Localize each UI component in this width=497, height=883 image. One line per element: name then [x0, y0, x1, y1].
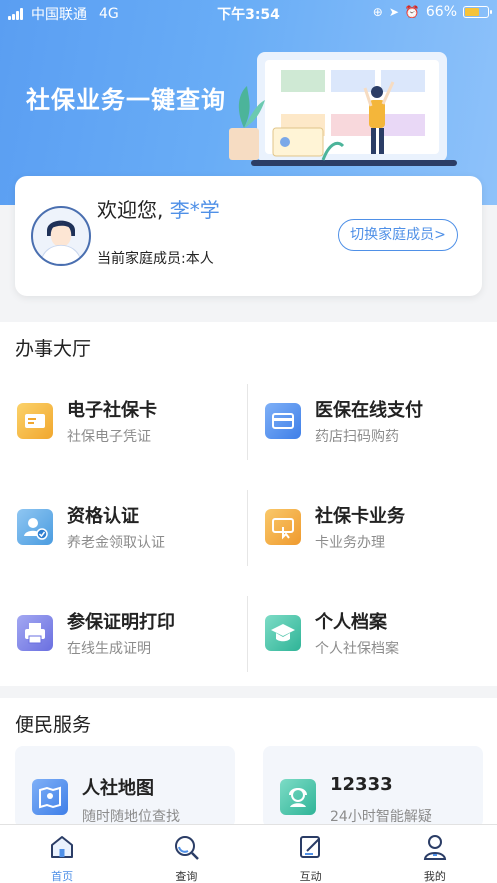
bottom-tab-bar: 首页 查询 互动 我的	[0, 824, 497, 883]
map-icon	[32, 779, 68, 815]
item-subtitle: 24小时智能解疑	[330, 809, 432, 825]
hero-title: 社保业务一键查询	[26, 86, 226, 114]
user-verify-icon	[17, 509, 53, 545]
tab-mine[interactable]: 我的	[373, 825, 497, 883]
tab-label: 首页	[51, 870, 74, 883]
item-title: 资格认证	[67, 506, 139, 527]
tab-label: 我的	[423, 870, 446, 883]
tab-interact[interactable]: 互动	[249, 825, 373, 883]
customer-service-icon	[280, 779, 316, 815]
section-title: 便民服务	[15, 714, 92, 736]
location-icon: ➤	[388, 5, 399, 19]
item-title: 参保证明打印	[67, 612, 175, 633]
item-subtitle: 个人社保档案	[315, 641, 399, 657]
lock-rotation-icon: ⊕	[372, 5, 383, 19]
profile-icon	[423, 835, 447, 860]
item-subtitle: 随时随地位查找	[82, 809, 180, 825]
tab-home[interactable]: 首页	[0, 825, 124, 883]
item-subtitle: 卡业务办理	[315, 535, 385, 551]
switch-family-member-button[interactable]: 切换家庭成员>	[338, 219, 458, 251]
hall-item-e-card[interactable]: 电子社保卡 社保电子凭证	[0, 382, 230, 462]
hall-item-qualification[interactable]: 资格认证 养老金领取认证	[0, 488, 230, 568]
edit-icon	[299, 836, 320, 858]
card-service-icon	[265, 509, 301, 545]
item-title: 人社地图	[82, 778, 154, 799]
item-subtitle: 社保电子凭证	[67, 429, 151, 445]
tab-query[interactable]: 查询	[124, 825, 248, 883]
section-title: 办事大厅	[15, 338, 92, 360]
user-card: 欢迎您, 李*学 当前家庭成员:本人 切换家庭成员>	[15, 176, 482, 296]
battery-percent: 66%	[425, 4, 457, 20]
status-right: ⊕ ➤ ⏰ 66%	[372, 4, 492, 20]
hall-item-certificate-print[interactable]: 参保证明打印 在线生成证明	[0, 594, 230, 674]
hero-banner: 中国联通 4G 下午3:54 ⊕ ➤ ⏰ 66% 社保业务一键查询	[0, 0, 497, 205]
graduation-cap-icon	[265, 615, 301, 651]
item-title: 12333	[330, 774, 393, 795]
item-title: 医保在线支付	[315, 400, 423, 421]
e-card-icon	[17, 403, 53, 439]
convenience-services-section: 便民服务 人社地图 随时随地位查找 12333 24小时智能解疑	[0, 698, 497, 828]
item-title: 电子社保卡	[67, 400, 157, 421]
item-title: 社保卡业务	[315, 506, 405, 527]
current-family-member: 当前家庭成员:本人	[97, 251, 214, 267]
service-item-map[interactable]: 人社地图 随时随地位查找	[15, 746, 235, 828]
home-icon	[51, 836, 74, 858]
hall-item-personal-archive[interactable]: 个人档案 个人社保档案	[248, 594, 478, 674]
avatar[interactable]	[31, 206, 91, 266]
service-hall-section: 办事大厅 电子社保卡 社保电子凭证 医保在线支付 药店扫码购药 资格认证 养老金…	[0, 322, 497, 686]
printer-icon	[17, 615, 53, 651]
payment-card-icon	[265, 403, 301, 439]
alarm-icon: ⏰	[404, 5, 420, 19]
tab-label: 查询	[175, 870, 198, 883]
item-subtitle: 在线生成证明	[67, 641, 151, 657]
hall-item-medical-payment[interactable]: 医保在线支付 药店扫码购药	[248, 382, 478, 462]
hero-illustration	[229, 52, 457, 166]
welcome-text: 欢迎您, 李*学	[97, 194, 220, 223]
user-avatar-icon	[39, 220, 83, 264]
battery-icon	[463, 6, 492, 18]
hall-item-card-service[interactable]: 社保卡业务 卡业务办理	[248, 488, 478, 568]
search-icon	[175, 836, 200, 860]
tab-label: 互动	[299, 870, 322, 883]
status-bar: 中国联通 4G 下午3:54 ⊕ ➤ ⏰ 66%	[0, 0, 497, 26]
service-item-12333[interactable]: 12333 24小时智能解疑	[263, 746, 483, 828]
item-subtitle: 养老金领取认证	[67, 535, 165, 551]
item-title: 个人档案	[315, 612, 387, 633]
item-subtitle: 药店扫码购药	[315, 429, 399, 445]
greeting: 欢迎您,	[97, 198, 164, 222]
user-name: 李*学	[169, 198, 220, 222]
